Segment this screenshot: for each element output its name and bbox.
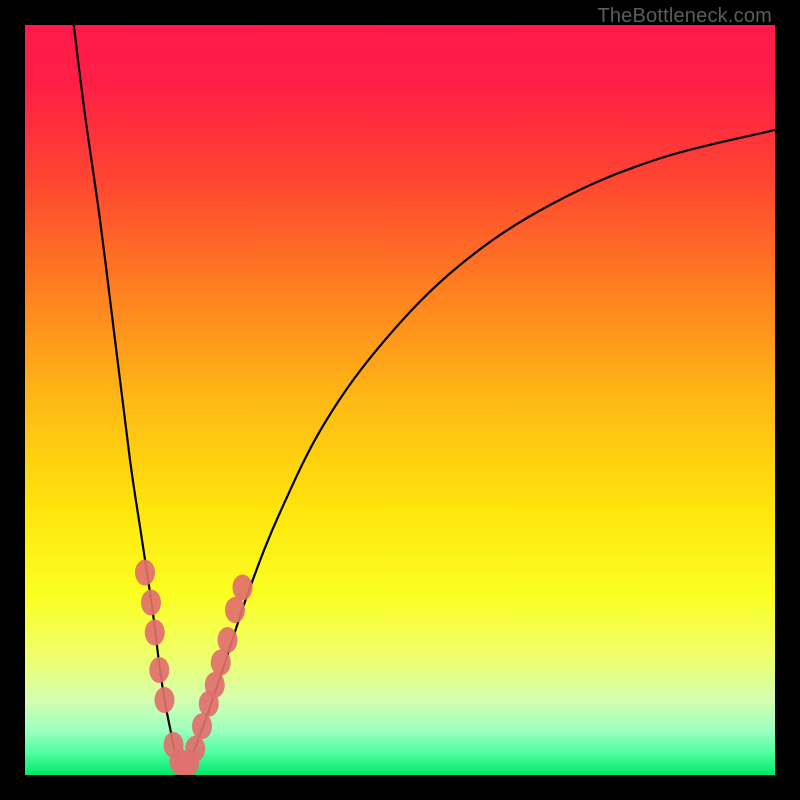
- marker-dot: [155, 687, 175, 713]
- marker-dot: [211, 650, 231, 676]
- marker-dot: [233, 575, 253, 601]
- marker-dot: [135, 560, 155, 586]
- plot-area: [25, 25, 775, 775]
- marker-dot: [149, 657, 169, 683]
- marker-group: [135, 560, 253, 776]
- chart-frame: TheBottleneck.com: [0, 0, 800, 800]
- curve-layer: [25, 25, 775, 775]
- curve-right-branch: [183, 130, 776, 771]
- marker-dot: [218, 627, 238, 653]
- marker-dot: [192, 713, 212, 739]
- marker-dot: [141, 590, 161, 616]
- marker-dot: [145, 620, 165, 646]
- marker-dot: [205, 672, 225, 698]
- curve-left-branch: [74, 25, 183, 771]
- marker-dot: [225, 597, 245, 623]
- marker-dot: [185, 736, 205, 762]
